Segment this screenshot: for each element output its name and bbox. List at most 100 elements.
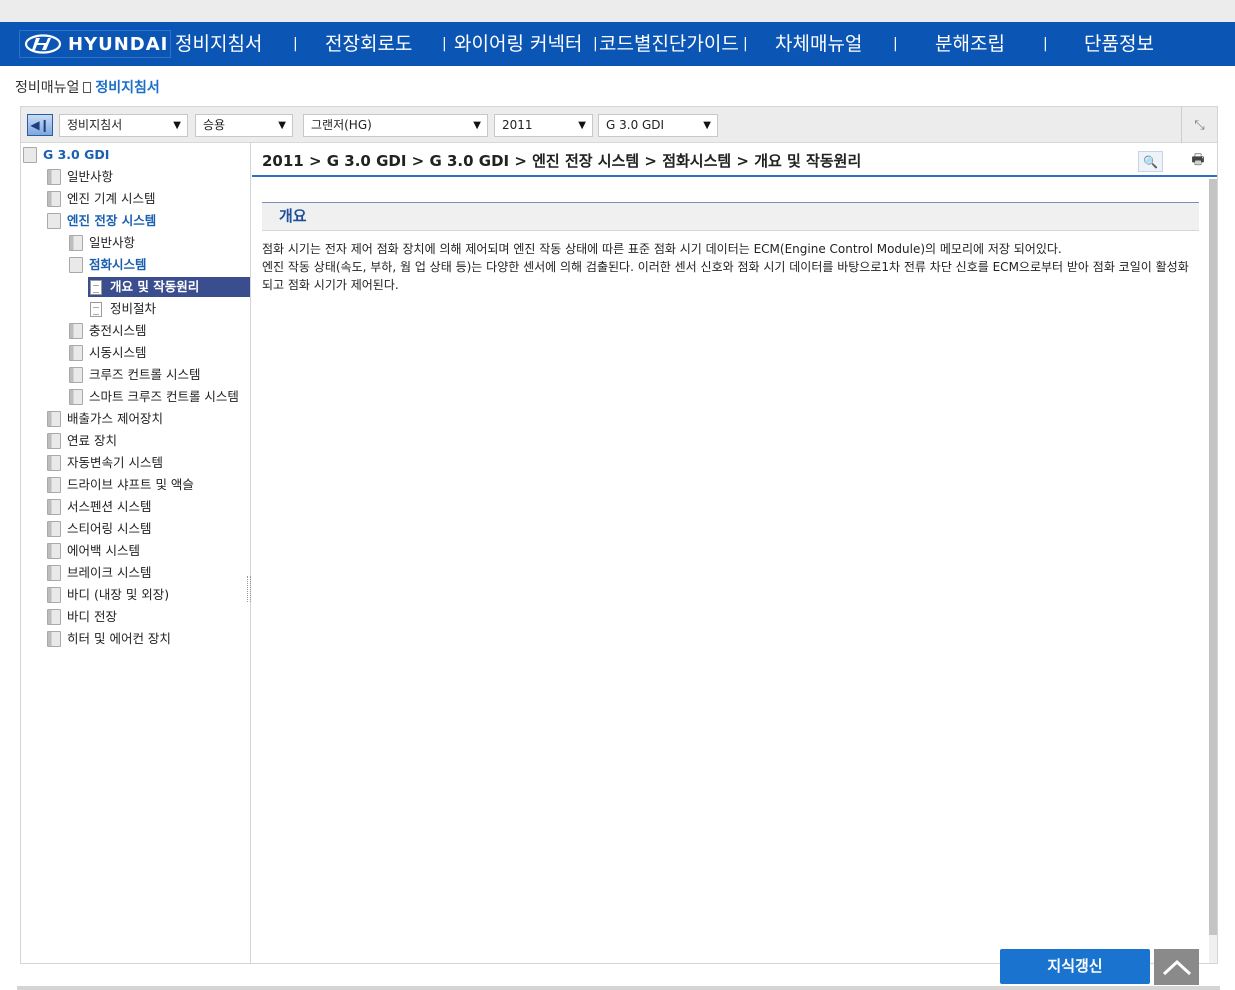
book-icon bbox=[47, 191, 61, 207]
book-icon bbox=[47, 169, 61, 185]
book-icon bbox=[69, 367, 83, 383]
nav-separator: | bbox=[893, 36, 898, 52]
tree-item-label: 배출가스 제어장치 bbox=[67, 411, 163, 426]
search-icon: 🔍 bbox=[1143, 154, 1158, 169]
tree-item-label: 개요 및 작동원리 bbox=[110, 279, 200, 294]
content-body: 점화 시기는 전자 제어 점화 장치에 의해 제어되며 엔진 작동 상태에 따른… bbox=[262, 240, 1202, 294]
breadcrumb-parent[interactable]: 정비매뉴얼 bbox=[15, 80, 79, 96]
vehicle-class-value: 승용 bbox=[203, 118, 226, 132]
book-icon bbox=[47, 565, 61, 581]
nav-separator: | bbox=[1043, 36, 1048, 52]
tree-item-label: 일반사항 bbox=[67, 169, 114, 184]
tree-item[interactable]: 바디 전장 bbox=[47, 607, 117, 627]
tree-item[interactable]: 스티어링 시스템 bbox=[47, 519, 151, 539]
engine-value: G 3.0 GDI bbox=[606, 118, 665, 132]
book-icon bbox=[47, 609, 61, 625]
scrollbar-thumb[interactable] bbox=[1209, 179, 1217, 935]
tree-root-label: G 3.0 GDI bbox=[43, 147, 110, 162]
nav-dtc-guide[interactable]: 코드별진단가이드 bbox=[599, 22, 739, 66]
tree-item-label: 자동변속기 시스템 bbox=[67, 455, 163, 470]
tree-item-expanded[interactable]: 점화시스템 bbox=[69, 255, 147, 275]
tree-item-label: 스마트 크루즈 컨트롤 시스템 bbox=[89, 389, 239, 404]
nav-service-manual[interactable]: 정비지침서 bbox=[175, 22, 262, 66]
nav-separator: | bbox=[743, 36, 748, 52]
open-book-icon bbox=[23, 147, 37, 163]
content-path: 2011 > G 3.0 GDI > G 3.0 GDI > 엔진 전장 시스템… bbox=[262, 152, 862, 170]
nav-separator: | bbox=[442, 36, 447, 52]
nav-electrical-wiring[interactable]: 전장회로도 bbox=[325, 22, 412, 66]
tree-item[interactable]: 에어백 시스템 bbox=[47, 541, 140, 561]
content-header: 2011 > G 3.0 GDI > G 3.0 GDI > 엔진 전장 시스템… bbox=[252, 143, 1217, 177]
tree-item-label: 일반사항 bbox=[89, 235, 136, 250]
content-scrollbar[interactable] bbox=[1209, 179, 1217, 963]
vehicle-class-select[interactable]: 승용 ▼ bbox=[195, 114, 293, 137]
tree-item[interactable]: 일반사항 bbox=[69, 233, 135, 253]
tree-item[interactable]: 브레이크 시스템 bbox=[47, 563, 151, 583]
tree-item-label: 엔진 전장 시스템 bbox=[67, 213, 157, 228]
tree-item-label: 바디 (내장 및 외장) bbox=[67, 587, 170, 602]
tree-item[interactable]: 엔진 기계 시스템 bbox=[47, 189, 155, 209]
knowledge-update-button[interactable]: 지식갱신 bbox=[1000, 949, 1150, 984]
tree-root[interactable]: G 3.0 GDI bbox=[23, 145, 109, 165]
nav-separator: | bbox=[293, 36, 298, 52]
manual-viewer: ◀❙ 정비지침서 ▼ 승용 ▼ 그랜저(HG) ▼ 2011 ▼ G 3.0 GDI ▼ … bbox=[20, 106, 1218, 964]
tree-item[interactable]: 충전시스템 bbox=[69, 321, 147, 341]
book-icon bbox=[47, 631, 61, 647]
tree-item[interactable]: 연료 장치 bbox=[47, 431, 117, 451]
tree-item[interactable]: 스마트 크루즈 컨트롤 시스템 bbox=[69, 387, 239, 407]
nav-body-manual[interactable]: 차체매뉴얼 bbox=[775, 22, 862, 66]
tree-item[interactable]: 자동변속기 시스템 bbox=[47, 453, 163, 473]
tree-item[interactable]: 바디 (내장 및 외장) bbox=[47, 585, 169, 605]
scroll-to-top-button[interactable] bbox=[1154, 949, 1199, 985]
dropdown-arrow-icon: ▼ bbox=[173, 120, 181, 131]
book-icon bbox=[69, 389, 83, 405]
pane-splitter-handle[interactable] bbox=[247, 576, 251, 602]
tree-item-label: 브레이크 시스템 bbox=[67, 565, 152, 580]
model-value: 그랜저(HG) bbox=[311, 118, 372, 132]
tree-item[interactable]: 서스펜션 시스템 bbox=[47, 497, 151, 517]
tree-item-label: 스티어링 시스템 bbox=[67, 521, 152, 536]
manual-type-select[interactable]: 정비지침서 ▼ bbox=[59, 114, 188, 137]
fullscreen-button[interactable]: ⤡ bbox=[1181, 107, 1217, 143]
brand-name: HYUNDAI bbox=[68, 33, 169, 55]
tree-item-label: 충전시스템 bbox=[89, 323, 147, 338]
section-title: 개요 bbox=[262, 202, 1199, 231]
open-book-icon bbox=[47, 213, 61, 229]
nav-parts-info[interactable]: 단품정보 bbox=[1084, 22, 1154, 66]
collapse-tree-button[interactable]: ◀❙ bbox=[27, 114, 53, 136]
engine-select[interactable]: G 3.0 GDI ▼ bbox=[598, 114, 718, 137]
open-book-icon bbox=[69, 257, 83, 273]
breadcrumb: 정비매뉴얼 정비지침서 bbox=[15, 77, 160, 97]
book-icon bbox=[69, 323, 83, 339]
print-button[interactable]: 🖶 bbox=[1189, 152, 1207, 170]
book-icon bbox=[47, 411, 61, 427]
tree-item-expanded[interactable]: 엔진 전장 시스템 bbox=[47, 211, 156, 231]
tree-item[interactable]: 일반사항 bbox=[47, 167, 113, 187]
top-nav-bar: HYUNDAI 정비지침서 | 전장회로도 | 와이어링 커넥터 | 코드별진단… bbox=[0, 22, 1235, 66]
tree-item[interactable]: 히터 및 에어컨 장치 bbox=[47, 629, 171, 649]
model-select[interactable]: 그랜저(HG) ▼ bbox=[303, 114, 488, 137]
filter-toolbar: ◀❙ 정비지침서 ▼ 승용 ▼ 그랜저(HG) ▼ 2011 ▼ G 3.0 GDI ▼ … bbox=[21, 107, 1217, 143]
tree-item-label: 시동시스템 bbox=[89, 345, 147, 360]
hyundai-emblem-icon bbox=[24, 34, 62, 54]
dropdown-arrow-icon: ▼ bbox=[578, 120, 586, 131]
tree-item-label: 히터 및 에어컨 장치 bbox=[67, 631, 171, 646]
tree-item-selected[interactable]: 개요 및 작동원리 bbox=[88, 277, 250, 297]
tree-item[interactable]: 드라이브 샤프트 및 액슬 bbox=[47, 475, 194, 495]
chevron-up-icon bbox=[1162, 959, 1191, 976]
tree-item[interactable]: 크루즈 컨트롤 시스템 bbox=[69, 365, 200, 385]
breadcrumb-current: 정비지침서 bbox=[95, 80, 160, 96]
document-icon bbox=[90, 279, 102, 295]
tree-item[interactable]: 정비절차 bbox=[90, 299, 156, 319]
tree-item-label: 에어백 시스템 bbox=[67, 543, 140, 558]
nav-wiring-connector[interactable]: 와이어링 커넥터 bbox=[454, 22, 582, 66]
tree-item[interactable]: 배출가스 제어장치 bbox=[47, 409, 163, 429]
tree-item-label: 서스펜션 시스템 bbox=[67, 499, 152, 514]
tree-item-label: 바디 전장 bbox=[67, 609, 117, 624]
year-select[interactable]: 2011 ▼ bbox=[494, 114, 593, 137]
hyundai-logo[interactable]: HYUNDAI bbox=[19, 30, 171, 58]
search-button[interactable]: 🔍 bbox=[1138, 151, 1163, 172]
nav-disassembly[interactable]: 분해조립 bbox=[935, 22, 1005, 66]
tree-item[interactable]: 시동시스템 bbox=[69, 343, 147, 363]
printer-icon: 🖶 bbox=[1191, 152, 1205, 168]
